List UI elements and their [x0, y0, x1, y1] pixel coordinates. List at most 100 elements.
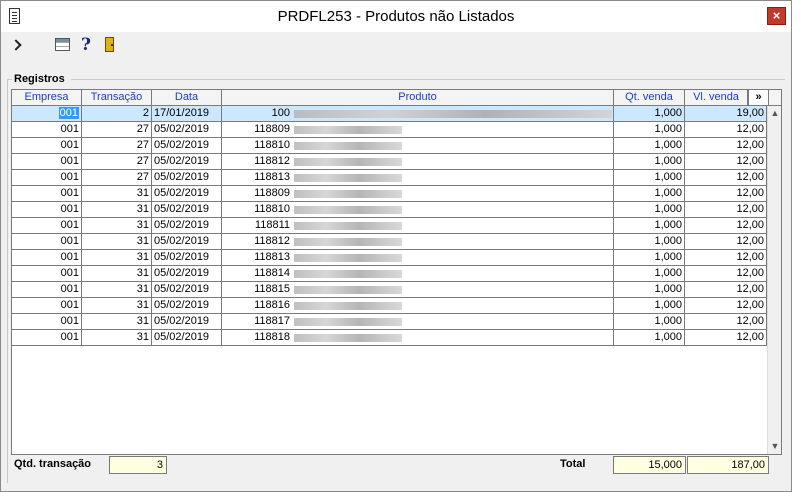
cell-produto-codigo[interactable]: 118813 — [222, 170, 292, 185]
scroll-up-icon[interactable]: ▲ — [768, 106, 782, 121]
cell-data[interactable]: 05/02/2019 — [152, 218, 222, 233]
cell-empresa[interactable]: 001 — [12, 314, 82, 329]
door-icon[interactable] — [101, 36, 119, 54]
cell-vl-venda[interactable]: 12,00 — [685, 266, 767, 281]
cell-empresa[interactable]: 001 — [12, 106, 82, 121]
cell-qt-venda[interactable]: 1,000 — [614, 266, 685, 281]
cell-produto-descricao[interactable] — [292, 122, 614, 137]
cell-produto-descricao[interactable] — [292, 154, 614, 169]
cell-transacao[interactable]: 27 — [82, 138, 152, 153]
cell-transacao[interactable]: 31 — [82, 314, 152, 329]
cell-transacao[interactable]: 31 — [82, 218, 152, 233]
cell-empresa[interactable]: 001 — [12, 154, 82, 169]
cell-vl-venda[interactable]: 12,00 — [685, 170, 767, 185]
cell-empresa[interactable]: 001 — [12, 170, 82, 185]
table-row[interactable]: 001 31 05/02/2019 118814 1,000 12,00 — [12, 266, 767, 282]
cell-data[interactable]: 05/02/2019 — [152, 282, 222, 297]
cell-vl-venda[interactable]: 12,00 — [685, 330, 767, 345]
column-header-vl-venda[interactable]: Vl. venda — [685, 90, 748, 105]
cell-transacao[interactable]: 31 — [82, 234, 152, 249]
cell-vl-venda[interactable]: 12,00 — [685, 218, 767, 233]
total-vl-venda-field[interactable]: 187,00 — [687, 456, 769, 474]
table-row[interactable]: 001 31 05/02/2019 118813 1,000 12,00 — [12, 250, 767, 266]
records-grid[interactable]: Empresa Transação Data Produto Qt. venda… — [11, 89, 782, 455]
table-row[interactable]: 001 31 05/02/2019 118809 1,000 12,00 — [12, 186, 767, 202]
cell-transacao[interactable]: 31 — [82, 330, 152, 345]
cell-produto-descricao[interactable] — [292, 330, 614, 345]
cell-vl-venda[interactable]: 12,00 — [685, 234, 767, 249]
cell-data[interactable]: 05/02/2019 — [152, 186, 222, 201]
cell-produto-descricao[interactable] — [292, 202, 614, 217]
table-row[interactable]: 001 31 05/02/2019 118816 1,000 12,00 — [12, 298, 767, 314]
cell-produto-codigo[interactable]: 118815 — [222, 282, 292, 297]
cell-vl-venda[interactable]: 12,00 — [685, 282, 767, 297]
cell-transacao[interactable]: 31 — [82, 266, 152, 281]
cell-vl-venda[interactable]: 12,00 — [685, 122, 767, 137]
cell-produto-codigo[interactable]: 118817 — [222, 314, 292, 329]
cell-qt-venda[interactable]: 1,000 — [614, 298, 685, 313]
cell-transacao[interactable]: 31 — [82, 250, 152, 265]
cell-transacao[interactable]: 31 — [82, 186, 152, 201]
cell-produto-codigo[interactable]: 118816 — [222, 298, 292, 313]
cell-produto-codigo[interactable]: 118813 — [222, 250, 292, 265]
cell-qt-venda[interactable]: 1,000 — [614, 186, 685, 201]
cell-empresa[interactable]: 001 — [12, 218, 82, 233]
qtd-transacao-field[interactable]: 3 — [109, 456, 167, 474]
cell-produto-descricao[interactable] — [292, 170, 614, 185]
cell-produto-descricao[interactable] — [292, 314, 614, 329]
cell-empresa[interactable]: 001 — [12, 298, 82, 313]
cell-qt-venda[interactable]: 1,000 — [614, 314, 685, 329]
column-header-transacao[interactable]: Transação — [82, 90, 152, 105]
cell-qt-venda[interactable]: 1,000 — [614, 234, 685, 249]
help-icon[interactable]: ? — [77, 36, 95, 54]
cell-empresa[interactable]: 001 — [12, 250, 82, 265]
table-row[interactable]: 001 27 05/02/2019 118810 1,000 12,00 — [12, 138, 767, 154]
table-row[interactable]: 001 27 05/02/2019 118809 1,000 12,00 — [12, 122, 767, 138]
cell-transacao[interactable]: 27 — [82, 154, 152, 169]
column-header-data[interactable]: Data — [152, 90, 222, 105]
cell-empresa[interactable]: 001 — [12, 330, 82, 345]
cell-data[interactable]: 05/02/2019 — [152, 330, 222, 345]
cell-data[interactable]: 05/02/2019 — [152, 314, 222, 329]
cell-transacao[interactable]: 2 — [82, 106, 152, 121]
cell-produto-codigo[interactable]: 118812 — [222, 154, 292, 169]
close-button[interactable]: × — [767, 7, 786, 25]
cell-vl-venda[interactable]: 12,00 — [685, 186, 767, 201]
cell-qt-venda[interactable]: 1,000 — [614, 170, 685, 185]
cell-transacao[interactable]: 31 — [82, 202, 152, 217]
cell-data[interactable]: 05/02/2019 — [152, 250, 222, 265]
cell-vl-venda[interactable]: 12,00 — [685, 298, 767, 313]
column-header-empresa[interactable]: Empresa — [12, 90, 82, 105]
total-qt-venda-field[interactable]: 15,000 — [613, 456, 686, 474]
table-row[interactable]: 001 27 05/02/2019 118812 1,000 12,00 — [12, 154, 767, 170]
cell-produto-descricao[interactable] — [292, 250, 614, 265]
cell-empresa[interactable]: 001 — [12, 202, 82, 217]
table-row[interactable]: 001 31 05/02/2019 118818 1,000 12,00 — [12, 330, 767, 346]
cell-produto-codigo[interactable]: 118810 — [222, 202, 292, 217]
table-row[interactable]: 001 27 05/02/2019 118813 1,000 12,00 — [12, 170, 767, 186]
cell-produto-codigo[interactable]: 118810 — [222, 138, 292, 153]
cell-produto-descricao[interactable] — [292, 218, 614, 233]
table-grid-icon[interactable] — [54, 36, 72, 54]
cell-vl-venda[interactable]: 12,00 — [685, 154, 767, 169]
cell-produto-codigo[interactable]: 118809 — [222, 186, 292, 201]
cell-qt-venda[interactable]: 1,000 — [614, 202, 685, 217]
cell-empresa[interactable]: 001 — [12, 234, 82, 249]
cell-produto-descricao[interactable] — [292, 234, 614, 249]
cell-data[interactable]: 05/02/2019 — [152, 234, 222, 249]
cell-produto-codigo[interactable]: 118811 — [222, 218, 292, 233]
cell-produto-codigo[interactable]: 100 — [222, 106, 292, 121]
exit-icon[interactable] — [9, 36, 27, 54]
cell-empresa[interactable]: 001 — [12, 138, 82, 153]
cell-produto-descricao[interactable] — [292, 298, 614, 313]
cell-empresa[interactable]: 001 — [12, 122, 82, 137]
cell-qt-venda[interactable]: 1,000 — [614, 218, 685, 233]
cell-produto-codigo[interactable]: 118809 — [222, 122, 292, 137]
table-row[interactable]: 001 31 05/02/2019 118810 1,000 12,00 — [12, 202, 767, 218]
cell-data[interactable]: 05/02/2019 — [152, 154, 222, 169]
cell-qt-venda[interactable]: 1,000 — [614, 282, 685, 297]
cell-vl-venda[interactable]: 19,00 — [685, 106, 767, 121]
cell-produto-descricao[interactable] — [292, 266, 614, 281]
cell-empresa[interactable]: 001 — [12, 186, 82, 201]
column-header-qt-venda[interactable]: Qt. venda — [614, 90, 685, 105]
